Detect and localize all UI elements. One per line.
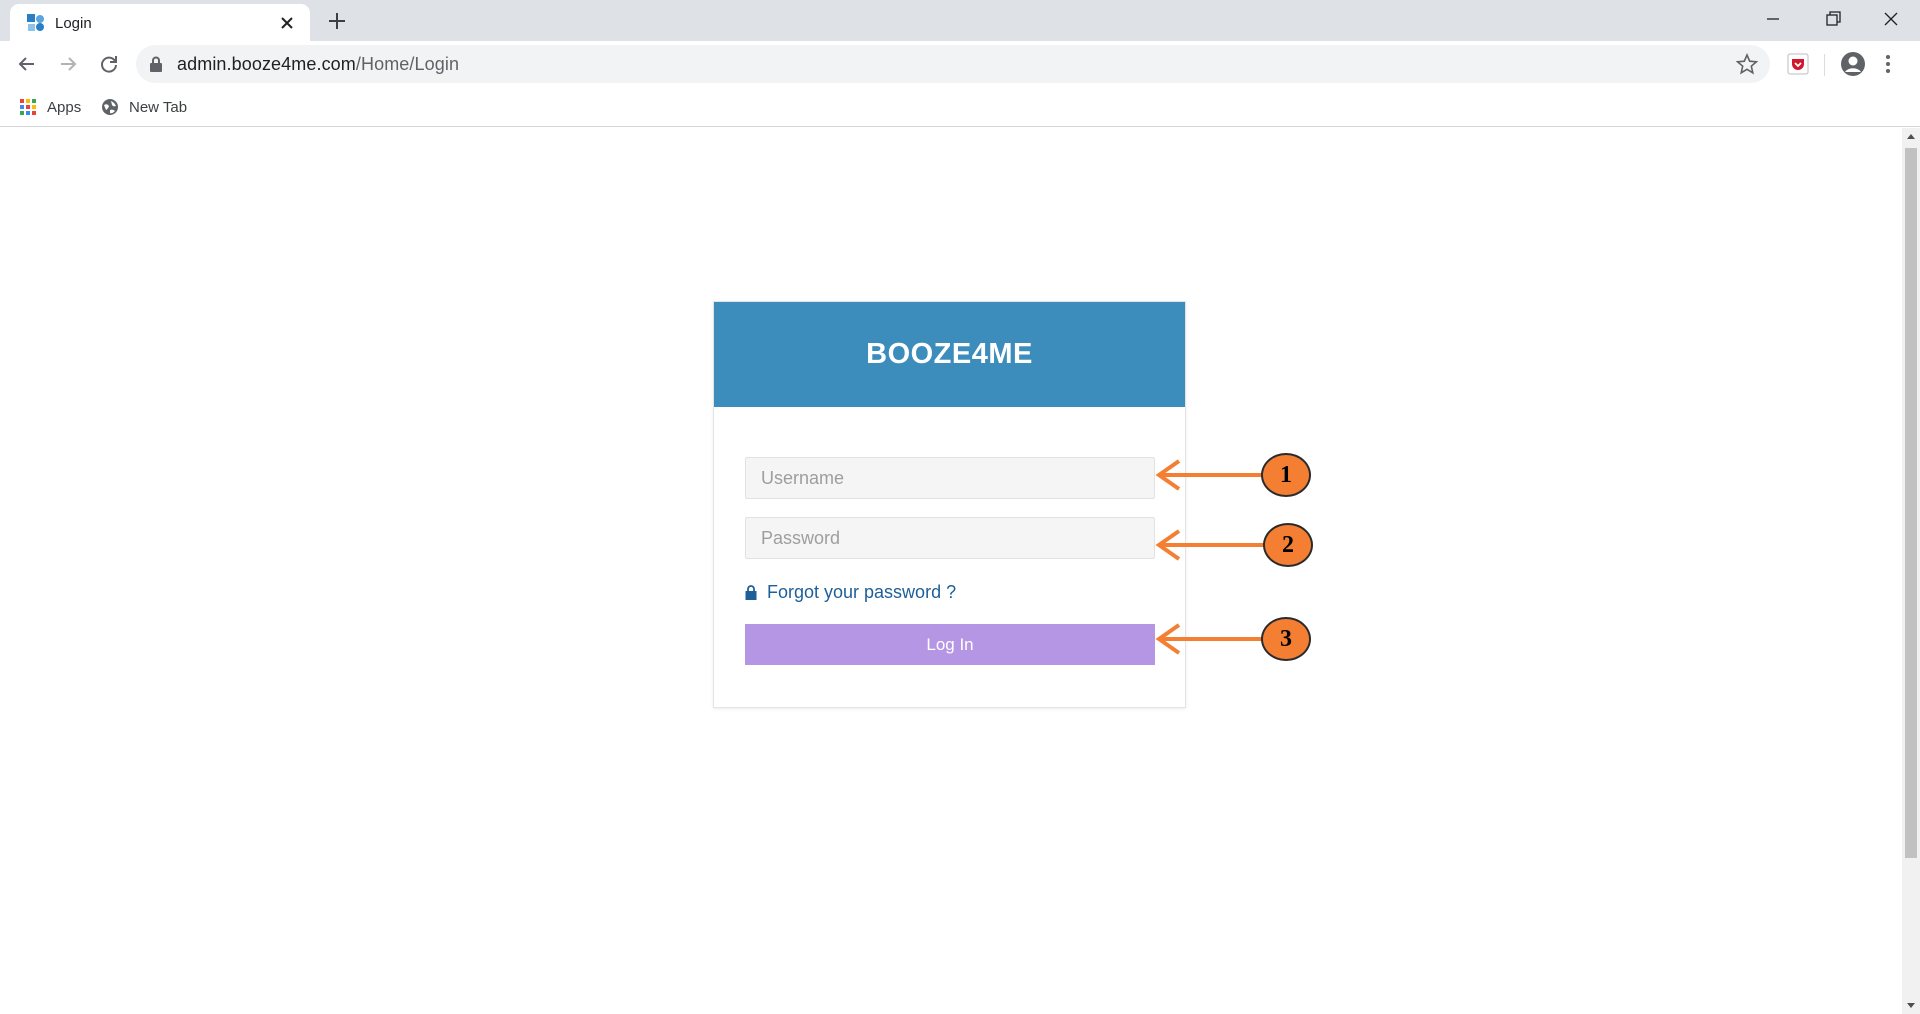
login-button[interactable]: Log In [745, 624, 1155, 665]
password-input[interactable] [745, 517, 1155, 559]
annotation-badge-2: 2 [1263, 523, 1313, 567]
new-tab-icon[interactable] [326, 10, 348, 32]
restore-icon[interactable] [1822, 8, 1844, 30]
address-bar[interactable]: admin.booze4me.com/Home/Login [136, 45, 1770, 83]
login-card: BOOZE4ME Forgot your password ? Log In [713, 301, 1186, 708]
tab-title: Login [55, 15, 92, 32]
bookmark-new-tab[interactable]: New Tab [101, 96, 187, 118]
bookmark-star-icon[interactable] [1736, 53, 1758, 75]
bookmark-new-tab-label: New Tab [129, 98, 188, 116]
pocket-extension-icon[interactable] [1786, 52, 1810, 76]
page-scrollbar[interactable] [1902, 128, 1920, 1014]
annotation-badge-1: 1 [1261, 453, 1311, 497]
bookmarks-bar: Apps New Tab [0, 87, 1920, 127]
username-input[interactable] [745, 457, 1155, 499]
close-window-icon[interactable] [1880, 8, 1902, 30]
annotation-arrow-3 [1160, 637, 1262, 641]
brand-title: BOOZE4ME [866, 338, 1033, 370]
scroll-up-icon[interactable] [1906, 132, 1916, 140]
back-icon[interactable] [15, 52, 39, 76]
annotation-badge-3: 3 [1261, 617, 1311, 661]
forward-icon[interactable] [56, 52, 80, 76]
more-menu-icon[interactable] [1883, 52, 1893, 76]
globe-icon [102, 99, 118, 115]
url-host: admin.booze4me.com [177, 54, 356, 74]
bookmark-apps-label: Apps [47, 98, 82, 116]
forgot-password: Forgot your password ? [745, 582, 956, 603]
annotation-arrow-1 [1160, 473, 1262, 477]
browser-toolbar: admin.booze4me.com/Home/Login [0, 41, 1920, 87]
toolbar-separator [1824, 54, 1825, 76]
forgot-password-link[interactable]: Forgot your password ? [767, 582, 956, 603]
close-tab-icon[interactable] [278, 14, 296, 32]
url-path: /Home/Login [355, 54, 460, 74]
login-header: BOOZE4ME [714, 302, 1185, 407]
bookmark-apps[interactable]: Apps [19, 96, 81, 118]
site-favicon-icon [27, 14, 44, 31]
scroll-down-icon[interactable] [1906, 1002, 1916, 1010]
reload-icon[interactable] [97, 52, 121, 76]
browser-tab[interactable]: Login [10, 4, 310, 41]
url-text: admin.booze4me.com/Home/Login [177, 54, 459, 75]
lock-icon [745, 585, 757, 600]
lock-icon[interactable] [149, 56, 163, 72]
minimize-icon[interactable] [1762, 8, 1784, 30]
scroll-thumb[interactable] [1905, 148, 1917, 858]
apps-grid-icon [20, 99, 36, 115]
page-viewport: BOOZE4ME Forgot your password ? Log In 1… [0, 128, 1902, 1014]
profile-avatar-icon[interactable] [1840, 51, 1866, 77]
tab-strip: Login [0, 0, 1920, 41]
annotation-arrow-2 [1160, 543, 1264, 547]
